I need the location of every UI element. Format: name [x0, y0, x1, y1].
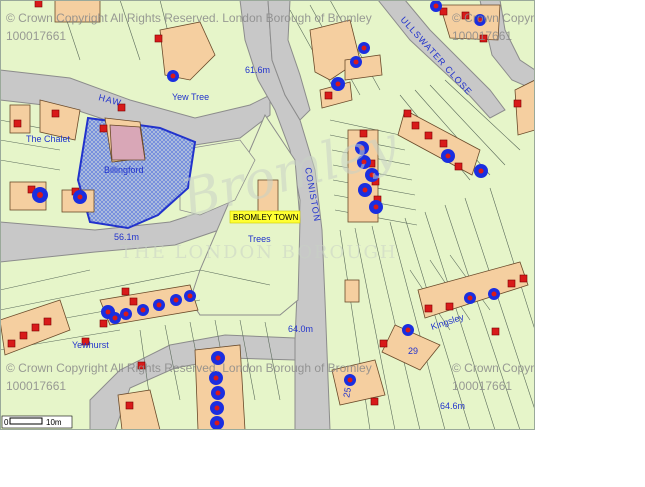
label-yew-tree: Yew Tree	[172, 92, 209, 102]
watermark-sub: THE LONDON BOROUGH	[120, 242, 398, 263]
copyright-top-right-id: 100017661	[452, 29, 512, 43]
house-number: 25	[341, 387, 353, 399]
scale-end: 10m	[46, 418, 62, 427]
elevation-label: 64.0m	[288, 324, 313, 334]
map-canvas[interactable]: Bromley THE LONDON BOROUGH ULLSWATER CLO…	[0, 0, 535, 430]
elevation-label: 61.6m	[245, 65, 270, 75]
scale-start: 0	[4, 418, 9, 427]
copyright-top: © Crown Copyright All Rights Reserved. L…	[6, 11, 372, 25]
house-number: 29	[408, 346, 418, 356]
elevation-label: 56.1m	[114, 232, 139, 242]
label-the-chalet: The Chalet	[26, 134, 71, 144]
copyright-bottom-right: © Crown Copyright	[452, 361, 535, 375]
church-outline	[109, 124, 146, 161]
highlight-label[interactable]: BROMLEY TOWN	[233, 213, 299, 222]
copyright-bottom-right-id: 100017661	[452, 379, 512, 393]
copyright-bottom-id: 100017661	[6, 379, 66, 393]
scale-bar: 0 10m	[1, 415, 73, 429]
label-trees: Trees	[248, 234, 271, 244]
copyright-top-right: © Crown Copyright	[452, 11, 535, 25]
label-yewhurst: Yewhurst	[72, 340, 109, 350]
label-billingford: Billingford	[104, 165, 144, 175]
copyright-top-id: 100017661	[6, 29, 66, 43]
copyright-bottom: © Crown Copyright All Rights Reserved. L…	[6, 361, 372, 375]
elevation-label: 64.6m	[440, 401, 465, 411]
